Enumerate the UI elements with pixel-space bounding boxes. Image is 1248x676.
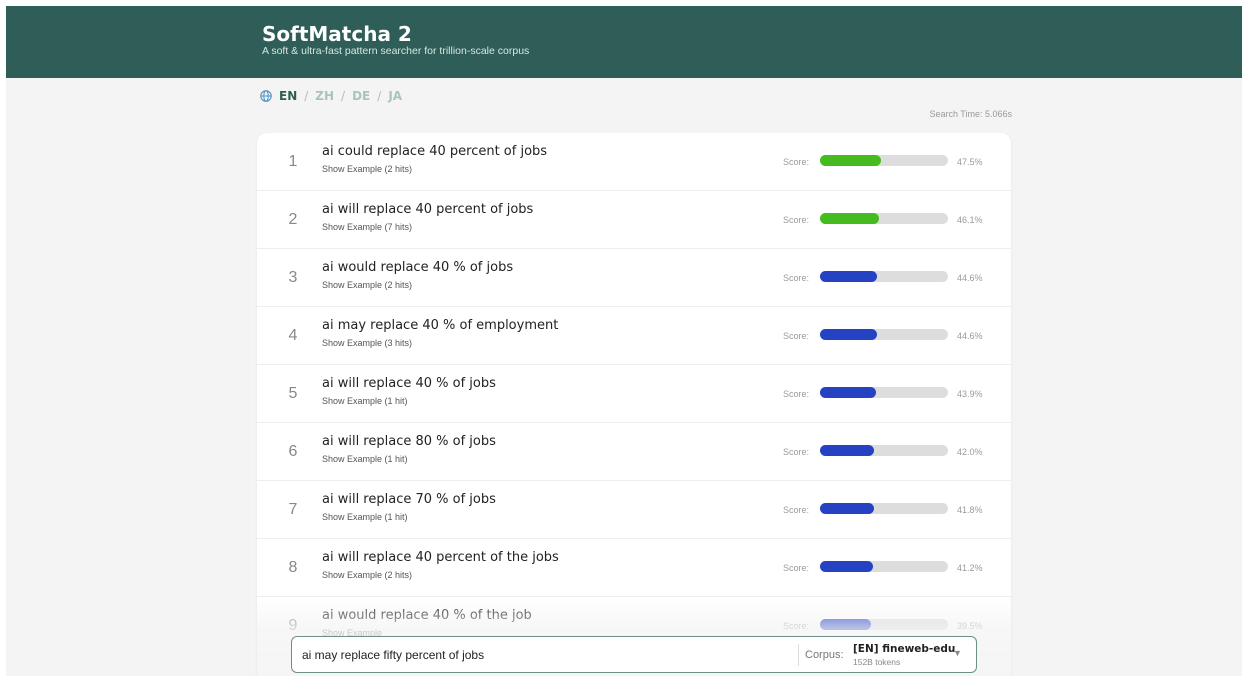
score-bar-fill bbox=[820, 445, 874, 456]
language-switcher: EN / ZH / DE / JA bbox=[260, 88, 402, 104]
corpus-tokens: 152B tokens bbox=[853, 657, 901, 667]
show-example-link[interactable]: Show Example (3 hits) bbox=[322, 338, 412, 348]
app-header: SoftMatcha 2 A soft & ultra-fast pattern… bbox=[6, 6, 1242, 78]
result-phrase: ai will replace 70 % of jobs bbox=[322, 492, 496, 507]
result-row: 5 ai will replace 40 % of jobs Show Exam… bbox=[257, 365, 1011, 423]
score-label: Score: bbox=[783, 563, 810, 573]
lang-en[interactable]: EN bbox=[279, 89, 297, 103]
app-subtitle: A soft & ultra-fast pattern searcher for… bbox=[262, 45, 530, 57]
result-row: 8 ai will replace 40 percent of the jobs… bbox=[257, 539, 1011, 597]
score-label: Score: bbox=[783, 215, 810, 225]
show-example-link[interactable]: Show Example (7 hits) bbox=[322, 222, 412, 232]
score-label: Score: bbox=[783, 389, 810, 399]
globe-icon bbox=[260, 90, 272, 102]
score-bar bbox=[820, 619, 948, 630]
result-row: 7 ai will replace 70 % of jobs Show Exam… bbox=[257, 481, 1011, 539]
result-rank: 4 bbox=[288, 327, 298, 344]
app-title: SoftMatcha 2 bbox=[262, 22, 412, 46]
result-rank: 3 bbox=[288, 269, 298, 286]
score-label: Score: bbox=[783, 157, 810, 167]
corpus-name: [EN] fineweb-edu bbox=[853, 643, 956, 655]
result-rank: 8 bbox=[288, 559, 298, 576]
score-bar-fill bbox=[820, 561, 873, 572]
result-row: 3 ai would replace 40 % of jobs Show Exa… bbox=[257, 249, 1011, 307]
result-phrase: ai would replace 40 % of the job bbox=[322, 608, 532, 623]
result-rank: 7 bbox=[288, 501, 298, 518]
result-row: 1 ai could replace 40 percent of jobs Sh… bbox=[257, 133, 1011, 191]
result-row: 2 ai will replace 40 percent of jobs Sho… bbox=[257, 191, 1011, 249]
lang-de[interactable]: DE bbox=[352, 89, 370, 103]
result-phrase: ai may replace 40 % of employment bbox=[322, 318, 559, 333]
score-value: 41.8% bbox=[957, 505, 983, 515]
score-bar bbox=[820, 561, 948, 572]
score-value: 39.5% bbox=[957, 621, 983, 631]
score-label: Score: bbox=[783, 505, 810, 515]
caret-down-icon: ▼ bbox=[953, 648, 962, 658]
result-rank: 9 bbox=[288, 617, 298, 634]
score-label: Score: bbox=[783, 447, 810, 457]
score-value: 43.9% bbox=[957, 389, 983, 399]
lang-ja[interactable]: JA bbox=[388, 89, 402, 103]
score-value: 46.1% bbox=[957, 215, 983, 225]
result-rank: 5 bbox=[288, 385, 298, 402]
score-bar bbox=[820, 387, 948, 398]
show-example-link[interactable]: Show Example (1 hit) bbox=[322, 396, 408, 406]
score-value: 44.6% bbox=[957, 331, 983, 341]
result-rank: 1 bbox=[288, 153, 298, 170]
lang-separator: / bbox=[377, 89, 382, 103]
score-label: Score: bbox=[783, 621, 810, 631]
corpus-label: Corpus: bbox=[805, 649, 844, 661]
result-rank: 2 bbox=[288, 211, 298, 228]
search-input[interactable] bbox=[302, 645, 782, 665]
corpus-select[interactable]: [EN] fineweb-edu 152B tokens ▼ bbox=[849, 641, 967, 669]
result-phrase: ai will replace 40 percent of the jobs bbox=[322, 550, 559, 565]
score-label: Score: bbox=[783, 331, 810, 341]
score-bar-fill bbox=[820, 213, 879, 224]
score-value: 47.5% bbox=[957, 157, 983, 167]
score-bar bbox=[820, 271, 948, 282]
score-bar-fill bbox=[820, 503, 874, 514]
lang-separator: / bbox=[341, 89, 346, 103]
search-bar: Corpus: [EN] fineweb-edu 152B tokens ▼ bbox=[291, 636, 977, 673]
score-bar bbox=[820, 445, 948, 456]
score-bar bbox=[820, 213, 948, 224]
lang-separator: / bbox=[304, 89, 309, 103]
result-phrase: ai will replace 80 % of jobs bbox=[322, 434, 496, 449]
search-divider bbox=[798, 644, 799, 666]
result-rank: 6 bbox=[288, 443, 298, 460]
show-example-link[interactable]: Show Example (1 hit) bbox=[322, 454, 408, 464]
result-phrase: ai will replace 40 percent of jobs bbox=[322, 202, 534, 217]
score-label: Score: bbox=[783, 273, 810, 283]
show-example-link[interactable]: Show Example (2 hits) bbox=[322, 570, 412, 580]
show-example-link[interactable]: Show Example (1 hit) bbox=[322, 512, 408, 522]
score-value: 44.6% bbox=[957, 273, 983, 283]
app-frame: SoftMatcha 2 A soft & ultra-fast pattern… bbox=[6, 6, 1242, 676]
score-bar-fill bbox=[820, 155, 881, 166]
score-bar bbox=[820, 329, 948, 340]
lang-zh[interactable]: ZH bbox=[315, 89, 334, 103]
search-time: Search Time: 5.066s bbox=[929, 109, 1012, 119]
result-phrase: ai will replace 40 % of jobs bbox=[322, 376, 496, 391]
score-bar-fill bbox=[820, 329, 878, 340]
results-list: 1 ai could replace 40 percent of jobs Sh… bbox=[257, 133, 1011, 676]
score-bar bbox=[820, 503, 948, 514]
result-phrase: ai would replace 40 % of jobs bbox=[322, 260, 514, 275]
score-bar-fill bbox=[820, 271, 878, 282]
score-value: 42.0% bbox=[957, 447, 983, 457]
result-row: 4 ai may replace 40 % of employment Show… bbox=[257, 307, 1011, 365]
score-bar-fill bbox=[820, 619, 871, 630]
score-bar-fill bbox=[820, 387, 877, 398]
result-phrase: ai could replace 40 percent of jobs bbox=[322, 144, 548, 159]
result-row: 6 ai will replace 80 % of jobs Show Exam… bbox=[257, 423, 1011, 481]
score-bar bbox=[820, 155, 948, 166]
show-example-link[interactable]: Show Example (2 hits) bbox=[322, 280, 412, 290]
show-example-link[interactable]: Show Example (2 hits) bbox=[322, 164, 412, 174]
score-value: 41.2% bbox=[957, 563, 983, 573]
